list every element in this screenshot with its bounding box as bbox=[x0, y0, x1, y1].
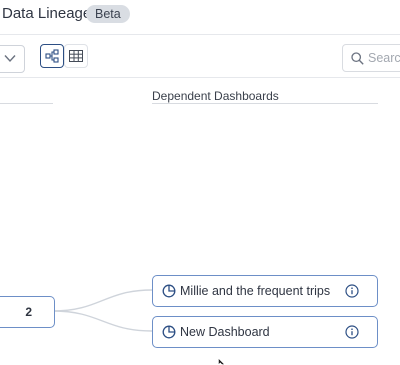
dashboard-label: Millie and the frequent trips bbox=[180, 284, 331, 298]
lineage-edges bbox=[52, 289, 153, 332]
dashboard-node[interactable]: Millie and the frequent trips bbox=[152, 275, 378, 307]
dashboard-label: New Dashboard bbox=[180, 325, 270, 339]
edge-to-dashboard-1 bbox=[52, 289, 153, 312]
mouse-cursor-icon bbox=[218, 358, 225, 365]
dashboard-pie-icon bbox=[162, 325, 176, 339]
dashboard-node[interactable]: New Dashboard bbox=[152, 316, 378, 348]
dependency-count: 2 bbox=[25, 305, 32, 319]
info-icon[interactable] bbox=[345, 325, 359, 339]
source-node[interactable]: 2 bbox=[0, 296, 55, 328]
edge-to-dashboard-2 bbox=[52, 310, 153, 332]
info-icon[interactable] bbox=[345, 284, 359, 298]
dashboard-pie-icon bbox=[162, 284, 176, 298]
